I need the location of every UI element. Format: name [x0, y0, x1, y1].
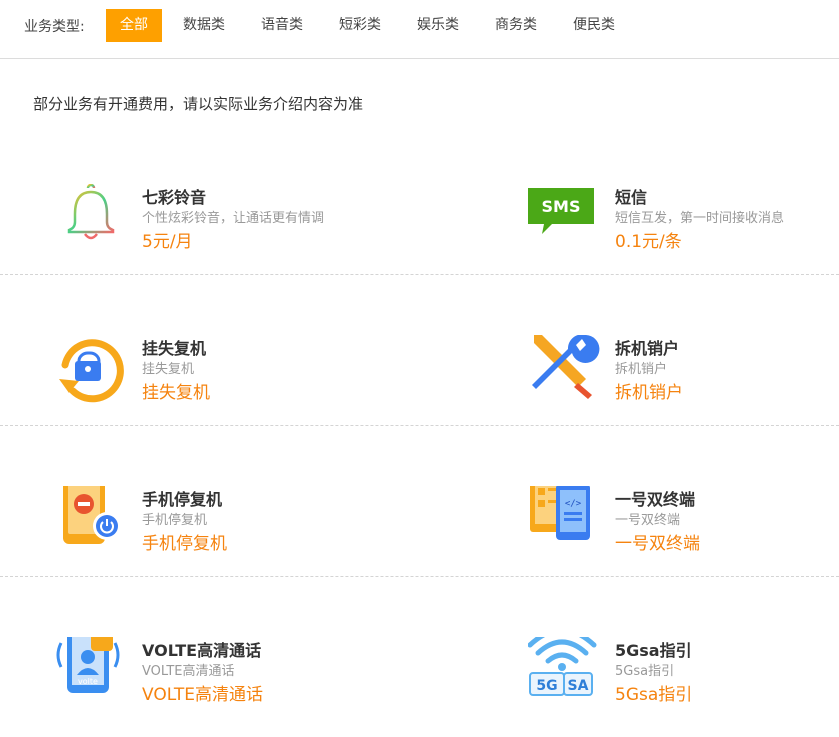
service-description: 拆机销户: [615, 362, 668, 377]
tab-data[interactable]: 数据类: [176, 9, 232, 42]
filter-label: 业务类型:: [24, 19, 85, 35]
phone-power-icon: [55, 478, 131, 562]
tab-sms-mms[interactable]: 短彩类: [332, 9, 388, 42]
row-divider: [0, 576, 839, 577]
svg-text:</>: </>: [565, 499, 582, 509]
service-item-sms[interactable]: SMS 短信 短信互发，第一时间接收消息 0.1元/条: [528, 184, 839, 284]
service-item-volte-hd-call[interactable]: volte VOLTE高清通话 VOLTE高清通话 VOLTE高清通话: [55, 629, 385, 737]
volte-phone-icon: volte: [55, 629, 131, 713]
service-price: 一号双终端: [615, 534, 700, 554]
service-title: 七彩铃音: [142, 188, 207, 207]
row-divider: [0, 425, 839, 426]
sms-icon-text: SMS: [542, 197, 581, 216]
5g-icon-text: 5G: [536, 678, 557, 694]
service-item-5g-sa-guide[interactable]: 5G SA 5Gsa指引 5Gsa指引 5Gsa指引: [527, 627, 839, 737]
service-item-suspend-resume[interactable]: 手机停复机 手机停复机 手机停复机: [55, 478, 385, 586]
service-title: VOLTE高清通话: [142, 641, 262, 660]
service-description: 个性炫彩铃音，让通话更有情调: [142, 211, 325, 226]
tab-voice[interactable]: 语音类: [254, 9, 310, 42]
service-description: 挂失复机: [142, 362, 195, 377]
service-description: 短信互发，第一时间接收消息: [615, 211, 785, 226]
fee-notice: 部分业务有开通费用，请以实际业务介绍内容为准: [33, 95, 364, 113]
service-title: 短信: [615, 188, 648, 207]
service-item-color-ringtone[interactable]: 七彩铃音 个性炫彩铃音，让通话更有情调 5元/月: [55, 183, 385, 284]
sa-icon-text: SA: [568, 678, 589, 694]
service-title: 一号双终端: [615, 490, 696, 509]
volte-icon-text: volte: [78, 677, 98, 686]
service-price: 拆机销户: [615, 383, 683, 403]
service-price: 5Gsa指引: [615, 685, 693, 705]
service-price: 手机停复机: [142, 534, 227, 554]
dual-device-icon: </>: [528, 478, 604, 562]
service-price: VOLTE高清通话: [142, 685, 263, 705]
service-description: VOLTE高清通话: [142, 664, 235, 679]
service-type-filter: 业务类型: 全部 数据类 语音类 短彩类 娱乐类 商务类 便民类: [0, 0, 839, 59]
tab-all[interactable]: 全部: [106, 9, 162, 42]
service-item-one-number-dual-terminal[interactable]: </> 一号双终端 一号双终端 一号双终端: [528, 478, 839, 586]
service-description: 手机停复机: [142, 513, 208, 528]
service-item-account-cancellation[interactable]: 拆机销户 拆机销户 拆机销户: [528, 334, 839, 435]
tab-business[interactable]: 商务类: [488, 9, 544, 42]
service-item-loss-report-restore[interactable]: 挂失复机 挂失复机 挂失复机: [55, 335, 385, 435]
service-price: 0.1元/条: [615, 232, 682, 252]
lock-refresh-icon: [55, 335, 131, 411]
wrench-screwdriver-icon: [528, 334, 604, 411]
service-price: 挂失复机: [142, 383, 210, 403]
5g-wifi-icon: 5G SA: [527, 627, 604, 713]
service-title: 挂失复机: [142, 339, 207, 358]
service-title: 拆机销户: [615, 339, 680, 358]
service-description: 一号双终端: [615, 513, 681, 528]
service-description: 5Gsa指引: [615, 664, 675, 679]
service-price: 5元/月: [142, 232, 193, 252]
tab-convenience[interactable]: 便民类: [566, 9, 622, 42]
service-title: 手机停复机: [142, 490, 223, 509]
sms-icon: SMS: [528, 184, 604, 260]
bell-icon: [55, 183, 131, 260]
row-divider: [0, 274, 839, 275]
tab-entertainment[interactable]: 娱乐类: [410, 9, 466, 42]
service-title: 5Gsa指引: [615, 641, 692, 660]
